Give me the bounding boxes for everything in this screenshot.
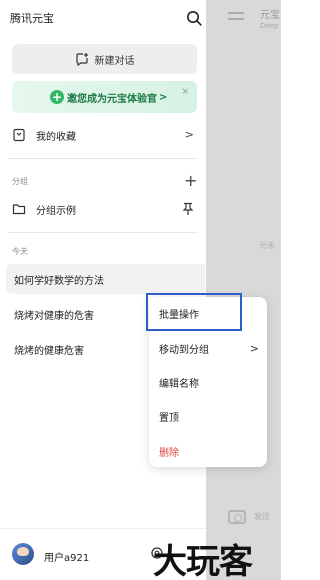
app-title: 腾讯元宝 <box>10 12 54 25</box>
menu-item-delete[interactable]: 删除 <box>159 438 259 464</box>
background-subtitle: Deep <box>260 22 279 30</box>
plus-badge-icon: + <box>50 90 64 104</box>
menu-item-rename[interactable]: 编辑名称 <box>159 369 259 395</box>
chevron-right-icon: > <box>159 91 168 103</box>
group-example-item[interactable]: 分组示例 <box>12 197 198 221</box>
menu-lines-icon <box>228 12 244 24</box>
groups-section-title: 分组 <box>12 177 28 186</box>
watermark-logo: 大玩客 <box>153 542 253 580</box>
new-chat-label: 新建对话 <box>94 55 135 67</box>
bookmark-icon <box>13 128 25 142</box>
background-ghost-text: 元未 <box>259 241 275 250</box>
divider <box>8 158 198 159</box>
today-section-title: 今天 <box>12 247 28 256</box>
close-icon[interactable]: × <box>181 87 189 97</box>
menu-item-pin[interactable]: 置顶 <box>159 403 259 429</box>
add-group-button[interactable]: + <box>184 173 197 189</box>
background-input-text: 发送 <box>254 512 270 521</box>
group-example-label: 分组示例 <box>36 205 76 217</box>
user-name[interactable]: 用户a921 <box>44 549 89 564</box>
divider <box>8 232 198 233</box>
folder-icon <box>12 204 26 215</box>
menu-item-move-to-group[interactable]: 移动到分组 > <box>159 335 259 361</box>
new-chat-button[interactable]: 新建对话 <box>12 44 197 74</box>
new-chat-icon <box>75 53 88 66</box>
avatar[interactable] <box>12 543 34 565</box>
chevron-right-icon: > <box>249 341 259 355</box>
search-icon[interactable] <box>186 10 202 26</box>
invite-banner[interactable]: + 邀您成为元宝体验官 > × <box>12 81 197 113</box>
invite-banner-label: 邀您成为元宝体验官 <box>67 93 157 105</box>
sidebar-drawer: 腾讯元宝 新建对话 + 邀您成为元宝体验官 > × 我的收藏 > 分组 + 分组… <box>0 0 206 580</box>
pin-icon[interactable] <box>182 202 194 216</box>
favorites-label: 我的收藏 <box>36 131 76 143</box>
highlight-box <box>146 293 242 331</box>
menu-item-move-label: 移动到分组 <box>159 344 209 356</box>
chevron-right-icon: > <box>184 128 194 141</box>
chat-list-item[interactable]: 如何学好数学的方法 <box>6 264 205 294</box>
background-chat-panel: 元宝 Deep 元未 发送 <box>206 0 281 580</box>
background-title: 元宝 <box>260 10 280 21</box>
favorites-item[interactable]: 我的收藏 > <box>12 123 198 147</box>
camera-icon <box>228 510 246 524</box>
